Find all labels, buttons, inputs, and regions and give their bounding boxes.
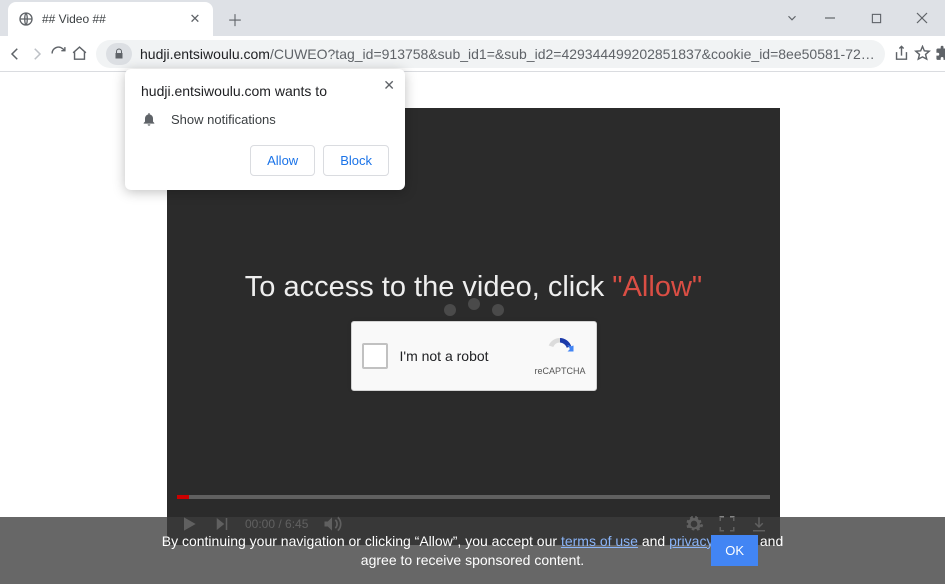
overlay-pre: To access to the video, click: [245, 271, 613, 303]
page-content: To access to the video, click "Allow" I'…: [0, 72, 945, 584]
close-icon[interactable]: ✕: [383, 77, 395, 94]
chevron-down-icon[interactable]: [777, 3, 807, 33]
home-button[interactable]: [71, 40, 88, 68]
permission-origin: hudji.entsiwoulu.com wants to: [141, 83, 389, 99]
permission-label: Show notifications: [171, 112, 276, 127]
browser-titlebar: ## Video ## ✕ ＋: [0, 0, 945, 36]
recaptcha-brand: reCAPTCHA: [534, 366, 585, 376]
cookie-text: By continuing your navigation or clickin…: [162, 532, 784, 570]
minimize-button[interactable]: [807, 3, 853, 33]
allow-button[interactable]: Allow: [250, 145, 315, 176]
url-text: hudji.entsiwoulu.com/CUWEO?tag_id=913758…: [140, 46, 875, 62]
url-path: /CUWEO?tag_id=913758&sub_id1=&sub_id2=42…: [270, 46, 875, 62]
notification-permission-prompt: ✕ hudji.entsiwoulu.com wants to Show not…: [125, 69, 405, 190]
address-bar[interactable]: hudji.entsiwoulu.com/CUWEO?tag_id=913758…: [96, 40, 885, 68]
share-icon[interactable]: [893, 40, 910, 68]
recaptcha-widget: I'm not a robot reCAPTCHA: [351, 321, 597, 391]
reload-button[interactable]: [50, 40, 67, 68]
extensions-icon[interactable]: [935, 40, 945, 68]
new-tab-button[interactable]: ＋: [221, 5, 249, 33]
recaptcha-label: I'm not a robot: [400, 348, 535, 364]
overlay-allow-word: "Allow": [612, 271, 702, 303]
block-button[interactable]: Block: [323, 145, 389, 176]
recaptcha-logo: reCAPTCHA: [534, 336, 585, 376]
browser-toolbar: hudji.entsiwoulu.com/CUWEO?tag_id=913758…: [0, 36, 945, 72]
back-button[interactable]: [6, 40, 24, 68]
loading-dots: [444, 304, 504, 316]
window-controls: [777, 0, 945, 36]
url-host: hudji.entsiwoulu.com: [140, 46, 270, 62]
terms-link[interactable]: terms of use: [561, 533, 638, 549]
lock-icon[interactable]: [106, 43, 132, 65]
forward-button[interactable]: [28, 40, 46, 68]
recaptcha-checkbox[interactable]: [362, 343, 388, 369]
close-tab-icon[interactable]: ✕: [187, 11, 203, 27]
bookmark-icon[interactable]: [914, 40, 931, 68]
globe-icon: [18, 11, 34, 27]
cookie-ok-button[interactable]: OK: [711, 535, 758, 566]
close-window-button[interactable]: [899, 3, 945, 33]
tab-title: ## Video ##: [42, 12, 179, 26]
maximize-button[interactable]: [853, 3, 899, 33]
cookie-consent-bar: By continuing your navigation or clickin…: [0, 517, 945, 584]
browser-tab[interactable]: ## Video ## ✕: [8, 2, 213, 36]
progress-bar[interactable]: [177, 495, 770, 499]
bell-icon: [141, 111, 157, 127]
